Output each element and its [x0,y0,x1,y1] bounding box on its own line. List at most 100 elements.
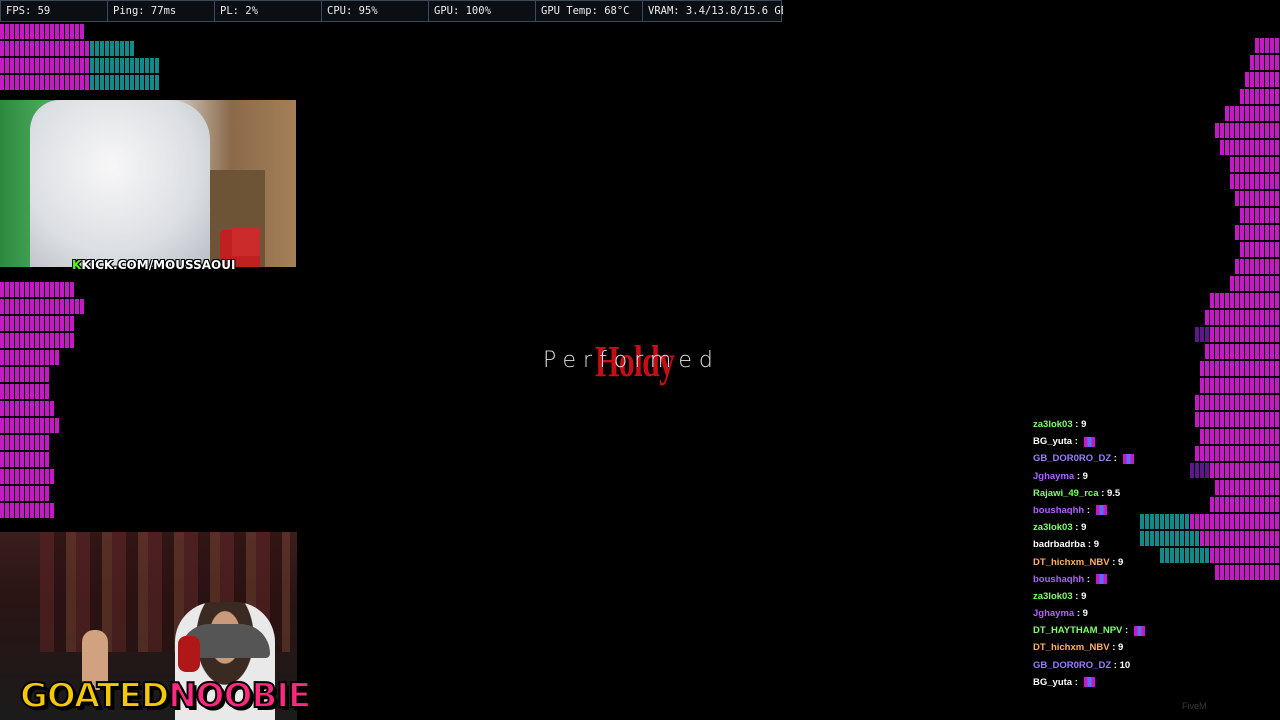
visualizer-segment [1270,123,1274,138]
visualizer-segment [1230,327,1234,342]
kick-channel-url: KICK.COM/MOUSSAOUI [81,258,236,272]
visualizer-segment [1250,55,1254,70]
visualizer-segment [25,333,29,348]
visualizer-segment [1250,276,1254,291]
visualizer-segment [25,418,29,433]
visualizer-segment [1235,174,1239,189]
visualizer-segment [1210,514,1214,529]
visualizer-segment [1235,140,1239,155]
visualizer-segment [25,452,29,467]
chat-message-text: 10 [1119,659,1131,671]
visualizer-segment [0,384,4,399]
visualizer-segment [1245,344,1249,359]
visualizer-segment [1240,463,1244,478]
visualizer-segment [1275,89,1279,104]
logo-text-goated: GOATED [19,675,170,717]
visualizer-segment [30,486,34,501]
visualizer-segment [50,58,54,73]
visualizer-segment [1275,412,1279,427]
visualizer-segment [1260,225,1264,240]
visualizer-segment [1210,463,1214,478]
visualizer-segment [1235,123,1239,138]
visualizer-segment [1230,565,1234,580]
visualizer-segment [60,41,64,56]
visualizer-segment [10,367,14,382]
visualizer-segment [1245,72,1249,87]
visualizer-segment [1275,361,1279,376]
visualizer-segment [40,333,44,348]
visualizer-segment [50,282,54,297]
visualizer-segment [1265,344,1269,359]
visualizer-segment [50,75,54,90]
chat-message: za3lok03 : 9 [1033,522,1087,534]
visualizer-segment [1230,276,1234,291]
visualizer-segment [1275,310,1279,325]
visualizer-segment [15,486,19,501]
visualizer-segment [5,469,9,484]
chat-username: GB_DOR0RO_DZ [1033,453,1112,465]
visualizer-segment [1255,344,1259,359]
visualizer-segment [10,469,14,484]
visualizer-segment [1270,276,1274,291]
visualizer-segment [1255,531,1259,546]
visualizer-segment [1275,157,1279,172]
visualizer-segment [0,41,4,56]
visualizer-segment [1240,378,1244,393]
visualizer-segment [1270,310,1274,325]
visualizer-segment [1205,514,1209,529]
visualizer-segment [1225,446,1229,461]
visualizer-segment [50,350,54,365]
visualizer-segment [1265,327,1269,342]
visualizer-segment [15,384,19,399]
visualizer-segment [40,316,44,331]
visualizer-segment [1200,548,1204,563]
visualizer-segment [1205,412,1209,427]
visualizer-segment [1220,446,1224,461]
visualizer-segment [1250,259,1254,274]
visualizer-segment [1235,378,1239,393]
visualizer-segment [1255,72,1259,87]
visualizer-segment [1265,429,1269,444]
visualizer-row [0,24,160,39]
visualizer-segment [1230,157,1234,172]
chat-message: badrbadrba : 9 [1033,539,1100,551]
visualizer-segment [1245,191,1249,206]
visualizer-segment [1265,276,1269,291]
visualizer-segment [1265,565,1269,580]
visualizer-segment [1260,293,1264,308]
chat-username: za3lok03 [1033,419,1073,430]
visualizer-segment [65,316,69,331]
visualizer-segment [1205,395,1209,410]
visualizer-segment [20,503,24,518]
visualizer-segment [1230,514,1234,529]
visualizer-segment [1255,106,1259,121]
visualizer-segment [1215,497,1219,512]
visualizer-segment [1235,225,1239,240]
visualizer-segment [1270,497,1274,512]
visualizer-segment [1275,548,1279,563]
visualizer-segment [45,384,49,399]
visualizer-segment [70,316,74,331]
visualizer-segment [1260,480,1264,495]
visualizer-segment [1260,327,1264,342]
visualizer-segment [45,418,49,433]
visualizer-segment [1220,123,1224,138]
visualizer-segment [1250,225,1254,240]
visualizer-segment [1210,446,1214,461]
chat-message-text: 9 [1118,642,1124,654]
chat-emote-icon [1095,574,1107,585]
kick-channel-label: KKICK.COM/MOUSSAOUI [72,258,235,272]
visualizer-segment [70,24,74,39]
visualizer-segment [1230,412,1234,427]
visualizer-segment [1270,38,1274,53]
visualizer-segment [1255,480,1259,495]
visualizer-segment [75,299,79,314]
visualizer-segment [0,333,4,348]
visualizer-segment [1245,140,1249,155]
visualizer-segment [1215,565,1219,580]
visualizer-segment [1255,293,1259,308]
visualizer-segment [1215,463,1219,478]
visualizer-segment [1270,259,1274,274]
visualizer-row [1230,157,1280,172]
visualizer-segment [1265,72,1269,87]
